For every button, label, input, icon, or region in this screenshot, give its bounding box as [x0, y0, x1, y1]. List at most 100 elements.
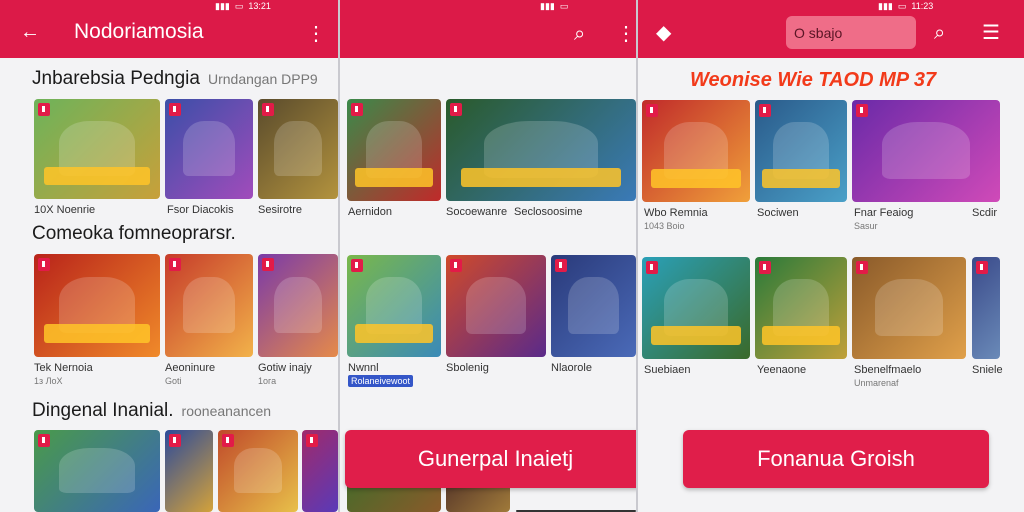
tile-caption: Yeenaone	[757, 364, 807, 376]
tile-subcaption: 1043 Boio	[644, 221, 685, 231]
status-bar: ▮▮▮ ▭	[540, 0, 568, 12]
game-tile[interactable]	[551, 255, 636, 357]
game-tile[interactable]	[446, 255, 546, 357]
heart-icon[interactable]: ◆	[656, 23, 671, 43]
right-app-bar: ▮▮▮ ▭ 11:23 ◆ O sbajo ⌕ ☰	[638, 0, 1024, 58]
game-tile[interactable]	[258, 99, 338, 199]
app-badge-icon	[38, 434, 50, 447]
tile-subcaption: Unmarenaf	[854, 378, 899, 388]
game-tile[interactable]	[34, 99, 160, 199]
signal-icon: ▮▮▮	[540, 0, 555, 11]
signal-icon: ▮▮▮	[215, 0, 230, 11]
page-title: Nodoriamosia	[74, 20, 204, 43]
tile-caption: 10Х Noenrie	[34, 204, 96, 216]
middle-app-bar: ▮▮▮ ▭ ⌕ ⋮	[340, 0, 636, 58]
promo-headline: Weonise Wie TAOD MP 37	[690, 69, 937, 91]
game-tile[interactable]	[218, 430, 298, 512]
signal-icon: ▮▮▮	[878, 0, 893, 11]
game-tile[interactable]	[446, 99, 636, 201]
tile-caption: Wbo Remnia	[644, 207, 708, 219]
game-tile[interactable]	[852, 100, 1000, 202]
tile-caption: Sbolenig	[446, 362, 489, 374]
left-app-bar: ▮▮▮ ▭ 13:21 ← Nodoriamosia ⋮	[0, 0, 338, 58]
app-badge-icon	[856, 261, 868, 274]
status-time: 11:23	[911, 1, 934, 11]
game-tile[interactable]	[302, 430, 338, 512]
tile-caption: Nwnnl	[348, 362, 379, 374]
tile-caption: Aeoninure	[165, 362, 216, 374]
tile-subcaption: Goti	[165, 376, 182, 386]
tile-subcaption: 1з ЛоX	[34, 376, 63, 386]
app-badge-icon	[646, 261, 658, 274]
app-badge-icon	[759, 261, 771, 274]
battery-icon: ▭	[234, 0, 244, 11]
game-tile[interactable]	[34, 254, 160, 357]
app-badge-icon	[759, 104, 771, 117]
search-input[interactable]: O sbajo	[786, 16, 916, 49]
app-badge-icon	[555, 259, 567, 272]
battery-icon: ▭	[559, 0, 569, 11]
battery-icon: ▭	[897, 0, 907, 11]
left-phone-screen: ▮▮▮ ▭ 13:21 ← Nodoriamosia ⋮ Jnbarebsia …	[0, 0, 338, 512]
app-badge-icon	[351, 259, 363, 272]
tile-caption: Fnar Feaiog	[854, 207, 914, 219]
secondary-action-button[interactable]: Fonanua Groish	[683, 430, 989, 488]
tile-caption: Scdir	[972, 207, 998, 219]
game-tile[interactable]	[642, 100, 750, 202]
app-badge-icon	[646, 104, 658, 117]
back-arrow-icon[interactable]: ←	[20, 22, 40, 42]
status-time: 13:21	[248, 1, 271, 11]
game-tile[interactable]	[642, 257, 750, 359]
search-input-text: O sbajo	[794, 25, 843, 41]
section-title: Jnbarebsia Pedngia Urndangan DPP9	[32, 68, 318, 89]
search-icon[interactable]: ⌕	[934, 23, 945, 43]
app-badge-icon	[38, 103, 50, 116]
tile-subcaption: 1oга	[258, 376, 277, 386]
app-badge-icon	[169, 434, 181, 447]
menu-icon[interactable]: ☰	[982, 23, 1000, 43]
game-tile[interactable]	[258, 254, 338, 357]
game-tile[interactable]	[852, 257, 966, 359]
game-tile[interactable]	[165, 99, 253, 199]
more-vert-icon[interactable]: ⋮	[306, 24, 326, 44]
game-tile[interactable]	[34, 430, 160, 512]
status-bar: ▮▮▮ ▭ 13:21	[215, 0, 271, 12]
middle-phone-screen: ▮▮▮ ▭ ⌕ ⋮ Aernidon Socoewanre Seclosoosi…	[340, 0, 636, 512]
app-badge-icon	[976, 261, 988, 274]
tile-caption: Sociwen	[757, 207, 799, 219]
tile-caption: Socoewanre	[446, 206, 508, 218]
tile-caption: Sniele	[972, 364, 1003, 376]
game-tile[interactable]	[755, 257, 847, 359]
tile-caption: Aernidon	[348, 206, 393, 218]
more-vert-icon[interactable]: ⋮	[616, 24, 636, 44]
app-badge-icon	[169, 103, 181, 116]
game-tile[interactable]	[165, 430, 213, 512]
tile-caption: Tek Nernoia	[34, 362, 93, 374]
game-tile[interactable]	[755, 100, 847, 202]
section-title: Comeoka fomneoprarsr.	[32, 223, 236, 244]
primary-action-button[interactable]: Gunerpal Inaietj	[345, 430, 636, 488]
tile-caption: Sbenelfmaelo	[854, 364, 922, 376]
status-bar: ▮▮▮ ▭ 11:23	[878, 0, 933, 12]
tile-caption: Gotiw inajy	[258, 362, 312, 374]
game-tile[interactable]	[972, 257, 1000, 359]
tile-caption: Seclosoosime	[514, 206, 583, 218]
tile-tag: Rolaneivewoot	[348, 375, 414, 387]
app-badge-icon	[351, 103, 363, 116]
app-badge-icon	[262, 258, 274, 271]
search-icon[interactable]: ⌕	[574, 24, 585, 44]
app-badge-icon	[856, 104, 868, 117]
tile-caption: Sesirotre	[258, 204, 303, 216]
game-tile[interactable]	[347, 255, 441, 357]
section-title: Dingenal Inanial. rooneanancen	[32, 400, 272, 421]
app-badge-icon	[262, 103, 274, 116]
tile-caption: Fsor Diacokis	[167, 204, 234, 216]
app-badge-icon	[169, 258, 181, 271]
app-badge-icon	[306, 434, 318, 447]
app-badge-icon	[38, 258, 50, 271]
game-tile[interactable]	[165, 254, 253, 357]
app-badge-icon	[222, 434, 234, 447]
tile-subcaption: Sasur	[854, 221, 878, 231]
game-tile[interactable]	[347, 99, 441, 201]
app-badge-icon	[450, 259, 462, 272]
